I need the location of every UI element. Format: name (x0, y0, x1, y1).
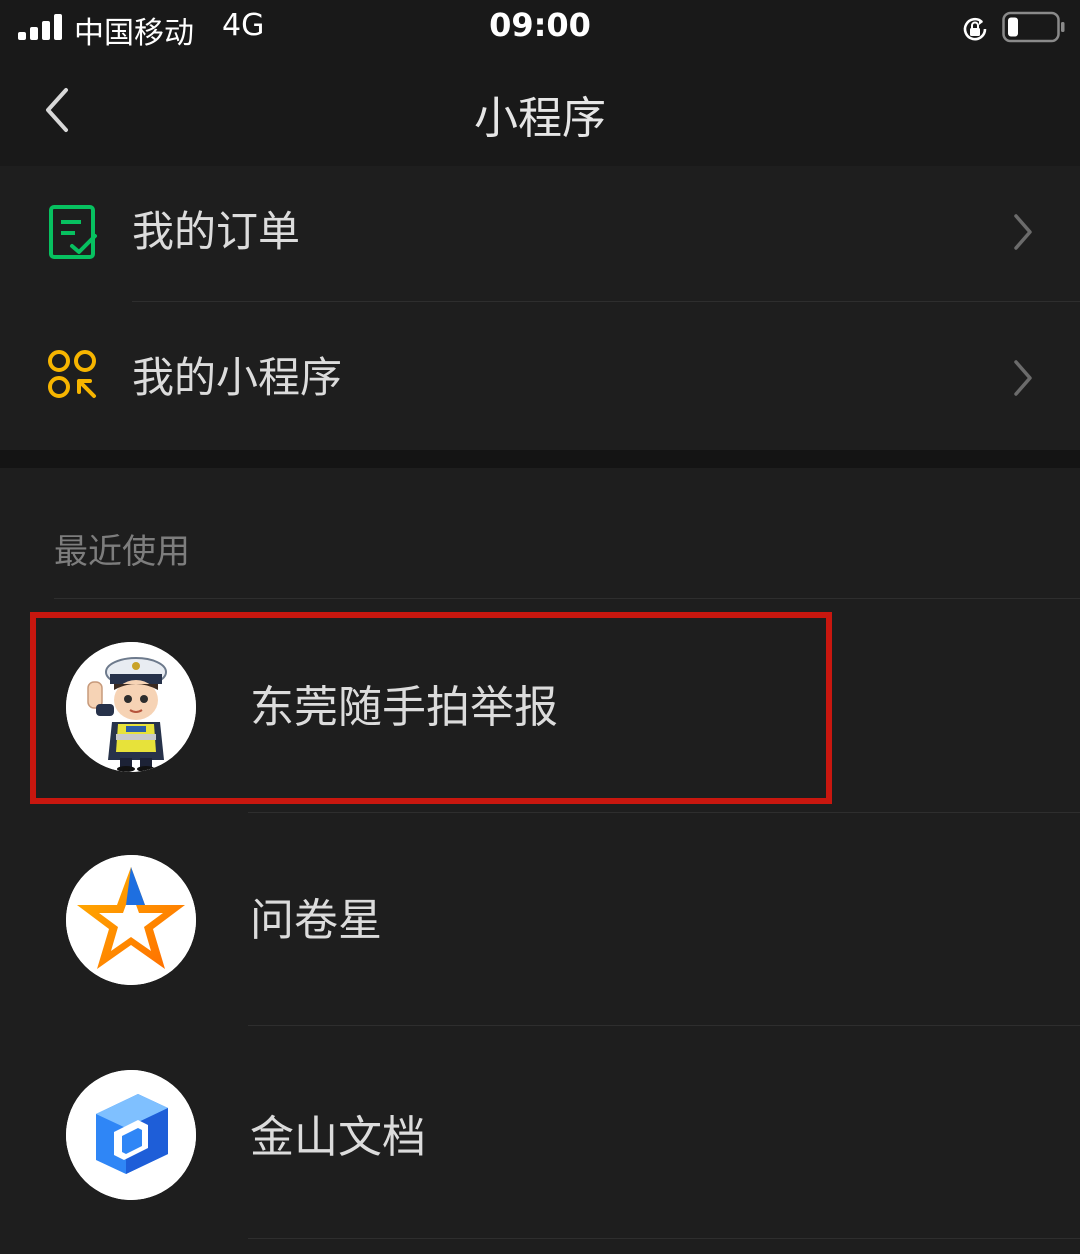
menu-section: 我的订单 我的小程序 (0, 166, 1080, 450)
status-bar: 中国移动 4G 09:00 (0, 0, 1080, 56)
app-name: 东莞随手拍举报 (250, 682, 558, 733)
traffic-police-avatar-icon (66, 642, 196, 772)
battery-icon (1002, 11, 1065, 43)
recent-app-kingsoft-docs[interactable]: 金山文档 (0, 1026, 1080, 1239)
mini-program-grid-icon (48, 350, 96, 398)
recent-app-dongguan-report[interactable]: 东莞随手拍举报 (0, 600, 1080, 813)
divider (248, 1238, 1080, 1239)
page-title: 小程序 (474, 93, 606, 144)
app-name: 问卷星 (250, 895, 382, 946)
chevron-right-icon (1014, 360, 1032, 396)
menu-item-label: 我的小程序 (132, 353, 343, 402)
chevron-right-icon (1014, 214, 1032, 250)
star-logo-icon (66, 855, 196, 985)
section-separator (0, 450, 1080, 468)
nav-bar: 小程序 (0, 56, 1080, 166)
menu-item-label: 我的订单 (132, 207, 301, 256)
menu-item-my-mini-programs[interactable]: 我的小程序 (0, 302, 1080, 438)
rotation-lock-icon (963, 17, 987, 41)
kingsoft-docs-logo-icon (66, 1070, 196, 1200)
order-checklist-icon (49, 205, 97, 259)
menu-item-my-orders[interactable]: 我的订单 (0, 166, 1080, 302)
app-name: 金山文档 (250, 1112, 426, 1163)
recent-section-header: 最近使用 (54, 532, 190, 572)
status-time: 09:00 (489, 6, 591, 44)
recent-app-wenjuanxing[interactable]: 问卷星 (0, 813, 1080, 1026)
divider (54, 598, 1080, 599)
